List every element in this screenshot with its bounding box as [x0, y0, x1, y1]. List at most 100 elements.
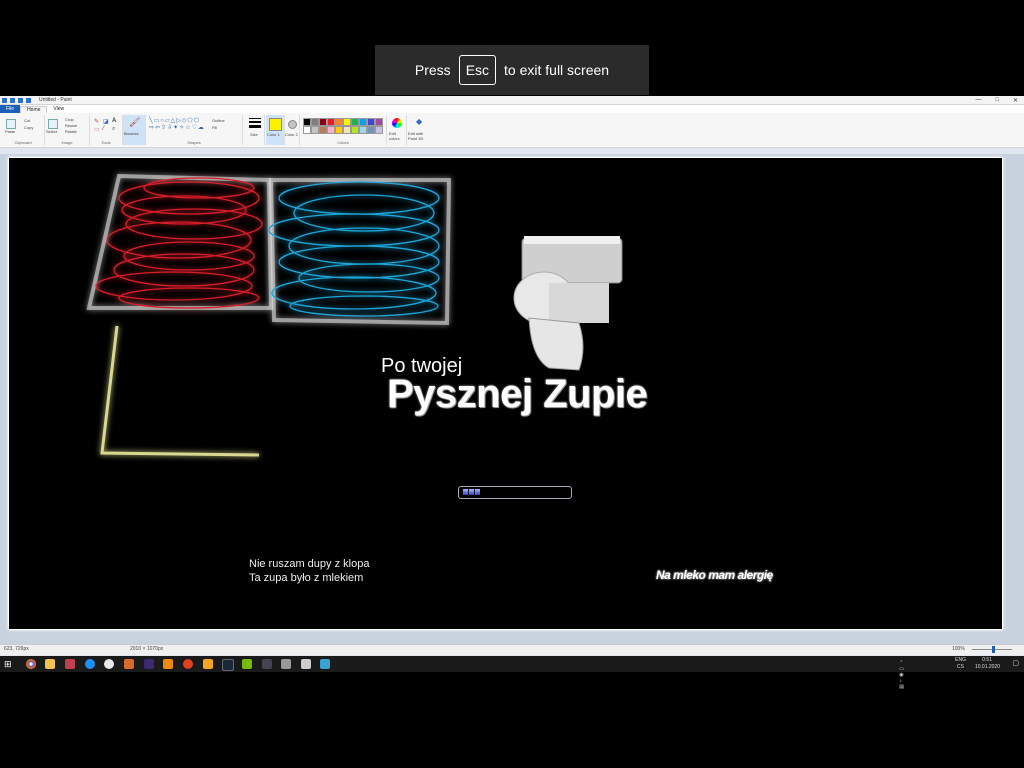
- clock-time[interactable]: 0:51: [982, 657, 992, 663]
- pencil-icon[interactable]: ✎: [94, 118, 99, 125]
- palette-swatch[interactable]: [359, 118, 367, 126]
- heading-big: Pysznej Zupie: [387, 372, 648, 416]
- palette-swatch[interactable]: [375, 118, 383, 126]
- size-label[interactable]: Size: [250, 132, 258, 137]
- drawing-canvas[interactable]: Po twojej Pysznej Zupie Nie ruszam dupy …: [8, 157, 1003, 630]
- app-icon-6[interactable]: [183, 659, 193, 669]
- rotate-button[interactable]: Rotate: [65, 129, 77, 134]
- app-icon-1[interactable]: [65, 659, 75, 669]
- palette-swatch[interactable]: [303, 118, 311, 126]
- brushes-label[interactable]: Brushes: [124, 131, 139, 136]
- steam-icon[interactable]: [222, 659, 234, 671]
- close-button[interactable]: ✕: [1013, 97, 1018, 104]
- tray-icons[interactable]: ⌃ ▭ ◉ ♪ ▤: [899, 660, 904, 690]
- app-icon-2[interactable]: [85, 659, 95, 669]
- resize-button[interactable]: Resize: [65, 123, 77, 128]
- shapes-gallery-row2-icon[interactable]: ⇨⇦⇧⇩✦✧☆♡☁: [149, 124, 205, 131]
- shapes-group-label: Shapes: [187, 140, 201, 145]
- palette-swatch[interactable]: [335, 126, 343, 134]
- minimize-button[interactable]: —: [975, 97, 981, 104]
- tab-home[interactable]: Home: [20, 105, 48, 113]
- paste-icon[interactable]: [6, 119, 16, 129]
- nvidia-icon[interactable]: [242, 659, 252, 669]
- fill-button[interactable]: Fill: [212, 125, 217, 130]
- shapes-gallery-icon[interactable]: ╲▭○▱△▷◇⬠⬡: [149, 117, 200, 124]
- app-icon-4[interactable]: [124, 659, 134, 669]
- start-icon[interactable]: ⊞: [4, 659, 14, 669]
- color2-label[interactable]: Color 2: [285, 132, 298, 137]
- ribbon: Paste Cut Copy Clipboard Select Crop Res…: [0, 113, 1024, 148]
- palette-swatch[interactable]: [375, 126, 383, 134]
- app-icon-9[interactable]: [281, 659, 291, 669]
- clock-date[interactable]: 10.01.2020: [975, 664, 1000, 670]
- edit-colors-group[interactable]: Edit colors: [388, 115, 407, 145]
- select-icon[interactable]: [48, 119, 58, 129]
- palette-swatch[interactable]: [351, 118, 359, 126]
- yellow-line: [100, 325, 260, 457]
- color2-swatch[interactable]: [288, 120, 297, 129]
- brush-icon[interactable]: 🖌: [129, 117, 140, 128]
- paint-taskbar-icon[interactable]: [301, 659, 311, 669]
- palette-swatch[interactable]: [319, 118, 327, 126]
- crop-button[interactable]: Crop: [65, 117, 74, 122]
- select-label[interactable]: Select: [46, 129, 57, 134]
- caption-left-line1: Nie ruszam dupy z klopa: [249, 558, 370, 570]
- toast-press: Press: [414, 62, 451, 78]
- undo-icon[interactable]: [18, 97, 23, 103]
- cut-button[interactable]: Cut: [24, 118, 30, 123]
- paint-app-icon: [2, 97, 7, 103]
- brushes-group[interactable]: 🖌 Brushes: [123, 115, 146, 145]
- fill-icon[interactable]: ◪: [103, 118, 109, 125]
- zoom-slider-thumb[interactable]: [992, 646, 995, 653]
- eraser-icon[interactable]: ▭: [94, 126, 100, 133]
- size-group[interactable]: Size: [246, 115, 265, 145]
- palette-swatch[interactable]: [319, 126, 327, 134]
- paint3d-label[interactable]: Edit with Paint 3D: [408, 131, 432, 141]
- magnifier-icon[interactable]: ⌕: [112, 126, 115, 133]
- notification-icon[interactable]: ▢: [1012, 659, 1019, 667]
- tab-file[interactable]: File: [0, 105, 21, 113]
- app-icon-7[interactable]: [203, 659, 213, 669]
- palette-swatch[interactable]: [367, 126, 375, 134]
- palette-swatch[interactable]: [335, 118, 343, 126]
- palette-swatch[interactable]: [359, 126, 367, 134]
- paint3d-group[interactable]: ◆ Edit with Paint 3D: [408, 115, 432, 145]
- copy-button[interactable]: Copy: [24, 125, 33, 130]
- clipboard-group-label: Clipboard: [14, 140, 32, 145]
- edit-colors-label[interactable]: Edit colors: [389, 131, 406, 141]
- lang-indicator[interactable]: ENG: [955, 657, 966, 663]
- maximize-button[interactable]: □: [995, 97, 999, 104]
- vlc-icon[interactable]: [163, 659, 173, 669]
- file-explorer-icon[interactable]: [45, 659, 55, 669]
- app-icon-3[interactable]: [104, 659, 114, 669]
- save-icon[interactable]: [10, 97, 15, 103]
- palette-swatch[interactable]: [367, 118, 375, 126]
- palette-swatch[interactable]: [327, 126, 335, 134]
- color1-label[interactable]: Color 1: [267, 132, 280, 137]
- paste-label[interactable]: Paste: [5, 129, 15, 134]
- app-icon-5[interactable]: [144, 659, 154, 669]
- palette-swatch[interactable]: [311, 118, 319, 126]
- palette-swatch[interactable]: [343, 126, 351, 134]
- palette-swatch[interactable]: [327, 118, 335, 126]
- tools-group-label: Tools: [101, 140, 111, 145]
- color-wheel-icon[interactable]: [392, 118, 402, 128]
- app-icon-8[interactable]: [262, 659, 272, 669]
- redo-icon[interactable]: [26, 97, 31, 103]
- tab-view[interactable]: View: [47, 106, 70, 112]
- palette-swatch[interactable]: [311, 126, 319, 134]
- canvas-area: Po twojej Pysznej Zupie Nie ruszam dupy …: [0, 154, 1024, 654]
- lang-indicator-2[interactable]: CS: [957, 664, 964, 670]
- palette-swatch[interactable]: [351, 126, 359, 134]
- color1-swatch[interactable]: [269, 118, 282, 131]
- color2-group[interactable]: Color 2: [285, 115, 300, 145]
- palette-swatch[interactable]: [303, 126, 311, 134]
- chrome-icon[interactable]: [26, 659, 36, 669]
- app-icon-10[interactable]: [320, 659, 330, 669]
- palette-swatch[interactable]: [343, 118, 351, 126]
- text-tool-icon[interactable]: A: [112, 118, 116, 124]
- color-picker-icon[interactable]: ⁄: [103, 126, 104, 132]
- color1-group[interactable]: Color 1: [266, 115, 285, 145]
- paint3d-icon[interactable]: ◆: [416, 117, 422, 126]
- outline-button[interactable]: Outline: [212, 118, 225, 123]
